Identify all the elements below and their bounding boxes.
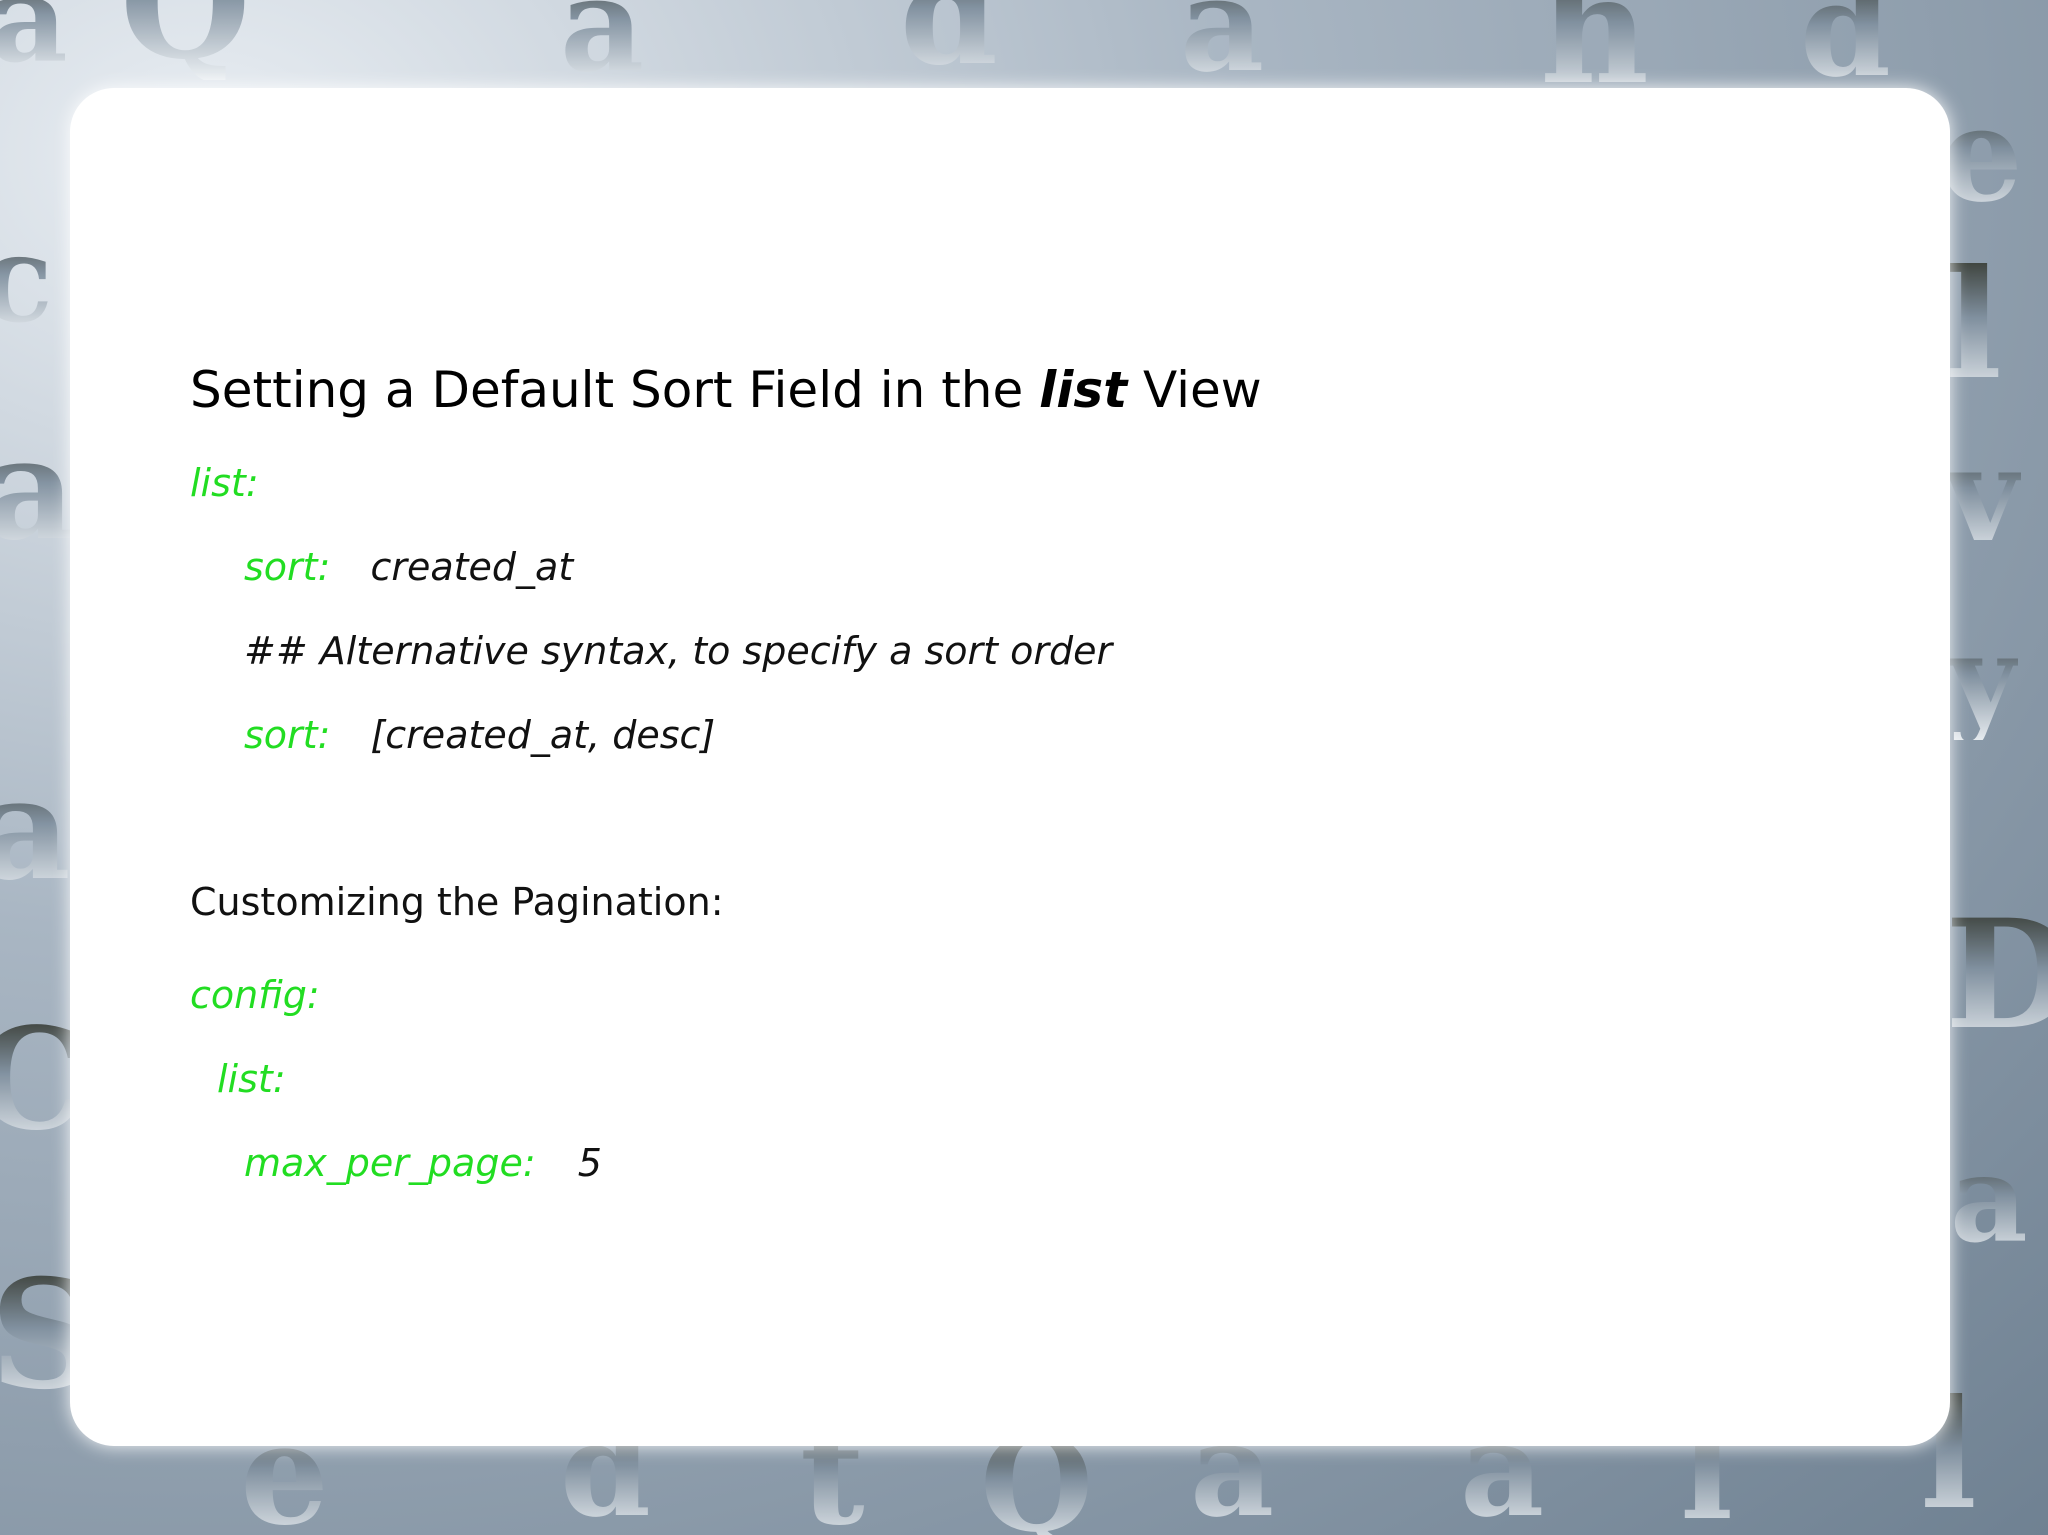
code-value: created_at (370, 545, 574, 589)
bg-glyph: D (1945, 900, 2048, 1050)
code-line-list: list: (190, 460, 259, 506)
code-value: [created_at, desc] (370, 713, 716, 757)
code-key: max_per_page: (244, 1141, 536, 1185)
bg-glyph: Q (120, 0, 251, 80)
bg-glyph: a (1180, 0, 1264, 90)
slide-title: Setting a Default Sort Field in the list… (190, 360, 1262, 420)
title-keyword: list (1039, 361, 1128, 419)
bg-glyph: l (1945, 237, 2002, 413)
code-line-max-per-page: max_per_page: 5 (244, 1140, 602, 1186)
bg-glyph: a (0, 420, 76, 560)
code-key: list: (217, 1057, 286, 1101)
code-line-config: config: (190, 972, 320, 1018)
bg-glyph: v (1945, 418, 2021, 571)
code-key: sort: (244, 545, 331, 589)
code-key: list: (190, 461, 259, 505)
code-line-sort: sort: created_at (244, 544, 573, 590)
comment-text: ## Alternative syntax, to specify a sort… (244, 629, 1113, 673)
bg-glyph: c (0, 220, 53, 340)
bg-glyph: a (560, 0, 644, 90)
slide-panel (70, 88, 1950, 1446)
code-comment: ## Alternative syntax, to specify a sort… (244, 628, 1112, 674)
bg-glyph: y (1948, 609, 2018, 750)
subheading-text: Customizing the Pagination: (190, 880, 724, 924)
bg-glyph: d (900, 0, 998, 85)
bg-glyph: a (1950, 1129, 2028, 1270)
bg-glyph: d (1800, 0, 1891, 95)
subheading: Customizing the Pagination: (190, 879, 724, 925)
bg-glyph: e (1940, 78, 2023, 231)
bg-glyph: a (0, 760, 71, 900)
code-value: 5 (577, 1141, 602, 1185)
code-line-config-list: list: (217, 1056, 286, 1102)
code-key: config: (190, 973, 320, 1017)
title-prefix: Setting a Default Sort Field in the (190, 361, 1040, 419)
bg-glyph: a (0, 0, 68, 80)
code-line-sort-alt: sort: [created_at, desc] (244, 712, 715, 758)
title-suffix: View (1127, 361, 1262, 419)
code-key: sort: (244, 713, 331, 757)
